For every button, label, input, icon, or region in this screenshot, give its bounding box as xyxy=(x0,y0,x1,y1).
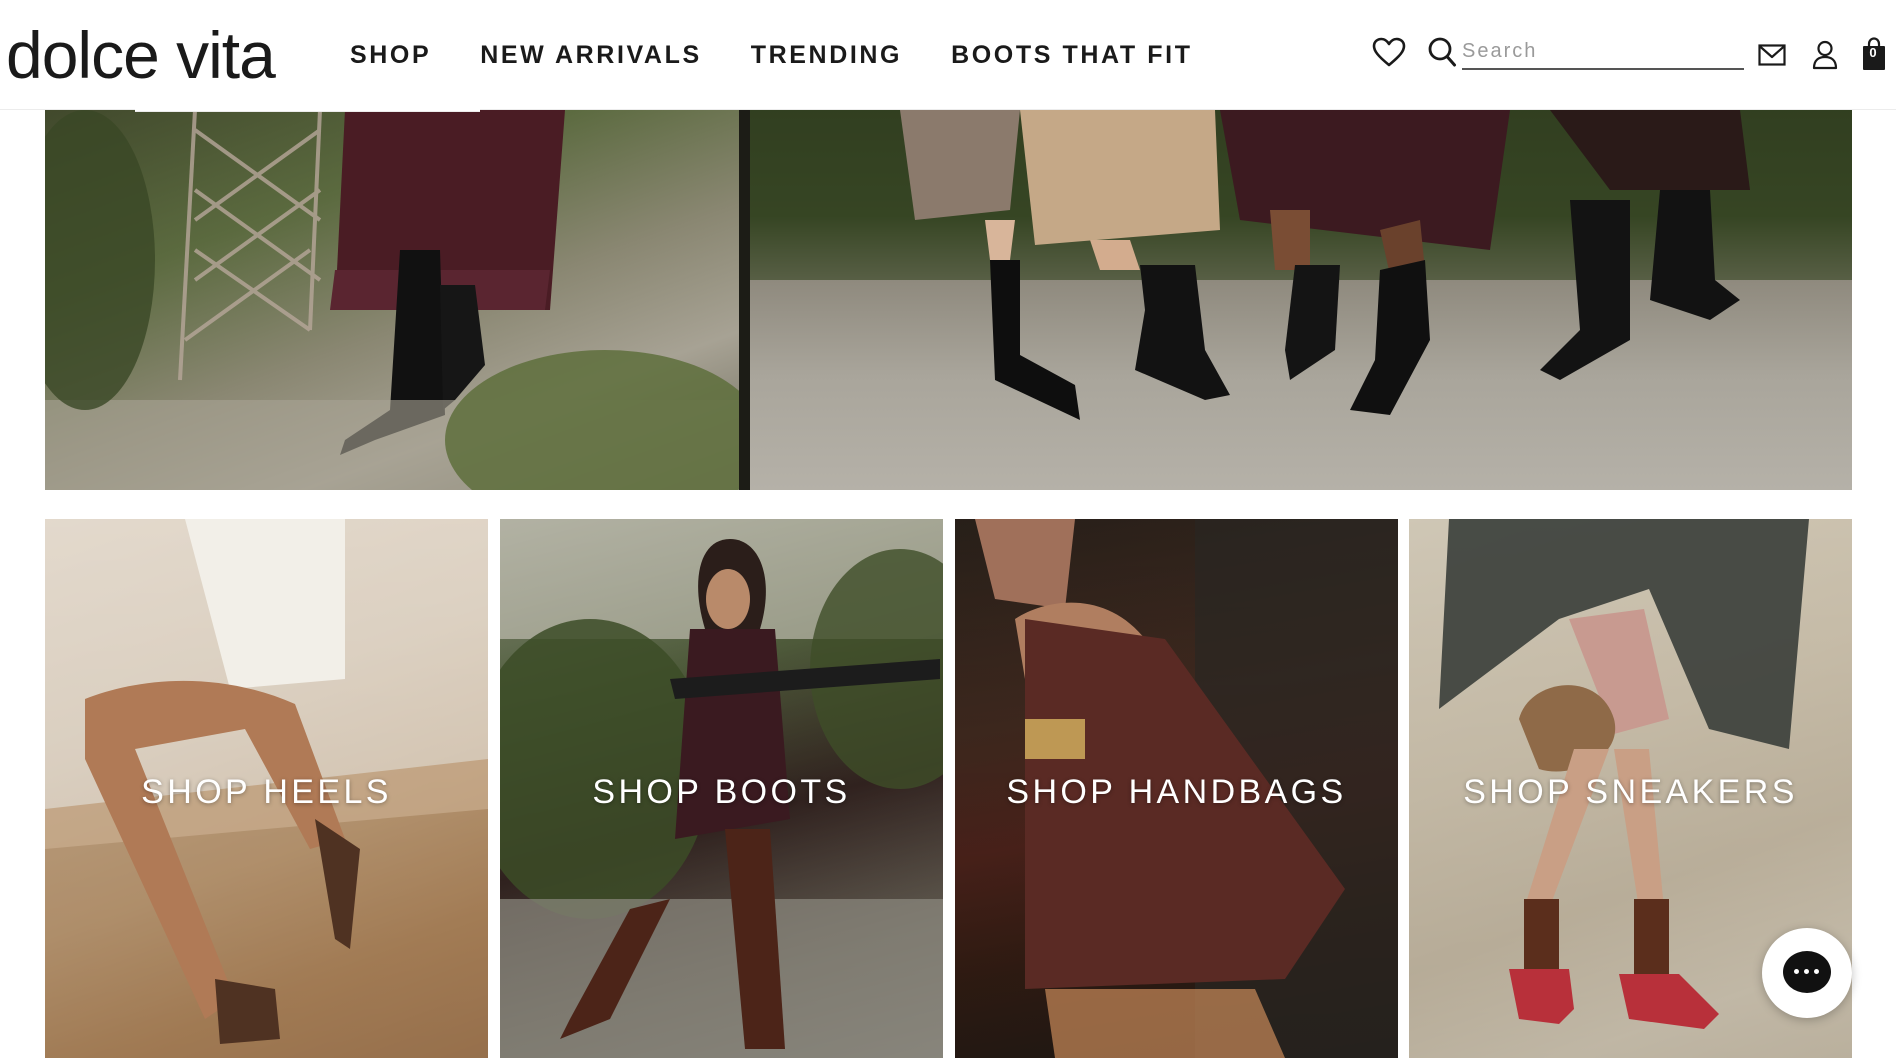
category-tile-heels[interactable]: SHOP HEELS xyxy=(45,519,488,1058)
nav-item-new-arrivals[interactable]: NEW ARRIVALS xyxy=(480,41,701,70)
nav-item-boots-that-fit[interactable]: BOOTS THAT FIT xyxy=(951,41,1192,70)
hero-divider xyxy=(739,110,750,490)
category-tiles: SHOP HEELS SHOP BOOTS SHOP HANDBAGS SHOP… xyxy=(45,519,1852,1058)
search-icon[interactable] xyxy=(1427,36,1457,68)
site-header: dolce vita SHOP NEW ARRIVALS TRENDING BO… xyxy=(0,0,1896,111)
nav-divider xyxy=(135,108,480,111)
main-nav: SHOP NEW ARRIVALS TRENDING BOOTS THAT FI… xyxy=(350,0,1242,110)
heart-icon[interactable] xyxy=(1372,37,1406,67)
category-tile-handbags[interactable]: SHOP HANDBAGS xyxy=(955,519,1398,1058)
category-tile-boots[interactable]: SHOP BOOTS xyxy=(500,519,943,1058)
category-label-sneakers: SHOP SNEAKERS xyxy=(1463,773,1798,811)
hero-image-left[interactable] xyxy=(45,110,739,490)
search-input[interactable] xyxy=(1462,34,1744,68)
nav-item-shop[interactable]: SHOP xyxy=(350,41,431,70)
category-label-heels: SHOP HEELS xyxy=(141,773,392,811)
category-label-handbags: SHOP HANDBAGS xyxy=(1006,773,1347,811)
category-label-boots: SHOP BOOTS xyxy=(592,773,851,811)
nav-item-trending[interactable]: TRENDING xyxy=(751,41,902,70)
hero-image-right[interactable] xyxy=(750,110,1852,490)
chat-bubble-icon xyxy=(1783,951,1831,993)
brand-logo[interactable]: dolce vita xyxy=(6,12,276,98)
cart-count-badge: 0 xyxy=(1869,45,1877,60)
hero-banner[interactable] xyxy=(45,110,1852,490)
chat-launcher[interactable] xyxy=(1762,928,1852,1018)
mail-icon[interactable] xyxy=(1758,44,1786,66)
user-icon[interactable] xyxy=(1812,40,1838,70)
search-field xyxy=(1462,34,1744,70)
